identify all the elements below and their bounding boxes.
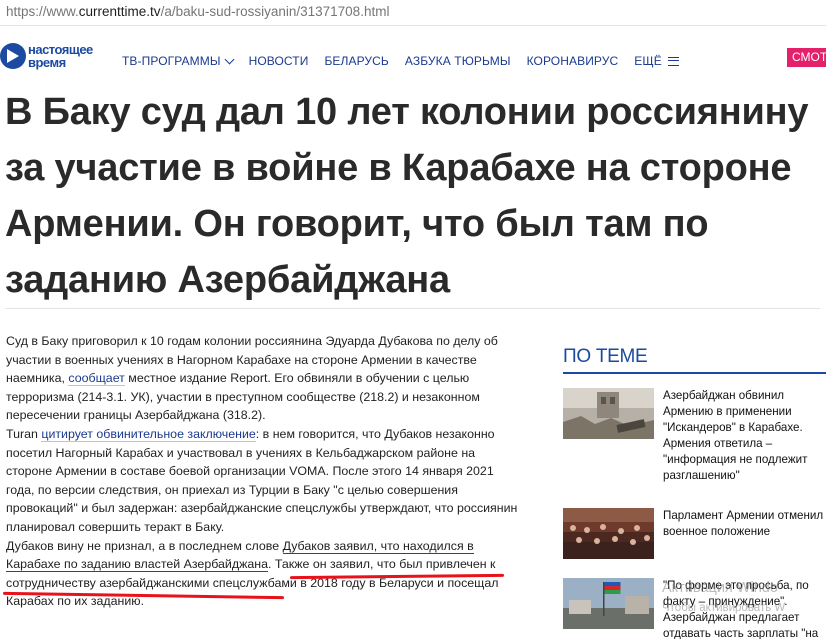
article-headline: В Баку суд дал 10 лет колонии россиянину… <box>5 91 809 301</box>
nav-coronavirus[interactable]: КОРОНАВИРУС <box>527 54 619 68</box>
paragraph-1: Суд в Баку приговорил к 10 годам колонии… <box>6 334 498 423</box>
watch-button[interactable]: СМОТР <box>787 48 826 67</box>
nav-prison-abc[interactable]: АЗБУКА ТЮРЬМЫ <box>405 54 511 68</box>
related-text-1[interactable]: Азербайджан обвинил Армению в применении… <box>663 388 826 484</box>
browser-address-bar[interactable]: https://www.currenttime.tv/a/baku-sud-ro… <box>0 0 826 26</box>
logo-play-icon <box>0 43 26 69</box>
related-thumb-2 <box>563 508 654 559</box>
windows-activation-subtext: Чтобы активировать W <box>662 602 786 614</box>
source-link-report[interactable]: сообщает <box>68 371 125 387</box>
url-text[interactable]: https://www.currenttime.tv/a/baku-sud-ro… <box>6 4 389 19</box>
nav-belarus[interactable]: БЕЛАРУСЬ <box>324 54 388 68</box>
indictment-link[interactable]: цитирует обвинительное заключение <box>41 426 256 442</box>
related-title: ПО ТЕМЕ <box>563 346 826 374</box>
logo-line2: время <box>28 55 66 70</box>
related-sidebar: ПО ТЕМЕ Азербайджан обвинил Армению в пр… <box>563 346 826 639</box>
paragraph-2: Turan цитирует обвинительное заключение:… <box>6 426 518 534</box>
article-body: Суд в Баку приговорил к 10 годам колонии… <box>6 332 521 611</box>
site-header: настоящее время ТВ-ПРОГРАММЫ НОВОСТИ БЕЛ… <box>0 26 826 82</box>
site-logo[interactable]: настоящее время <box>0 41 100 73</box>
main-nav: ТВ-ПРОГРАММЫ НОВОСТИ БЕЛАРУСЬ АЗБУКА ТЮР… <box>122 52 695 70</box>
related-thumb-3 <box>563 578 654 629</box>
menu-icon <box>667 56 679 66</box>
nav-news[interactable]: НОВОСТИ <box>249 54 309 68</box>
related-text-2[interactable]: Парламент Армении отменил военное положе… <box>663 508 826 540</box>
divider <box>5 308 820 309</box>
nav-tv-programs[interactable]: ТВ-ПРОГРАММЫ <box>122 54 235 68</box>
nav-more[interactable]: ЕЩЁ <box>634 54 679 68</box>
chevron-down-icon <box>224 54 235 64</box>
related-thumb-1 <box>563 388 654 439</box>
windows-activation-watermark: Активация Windo <box>662 580 778 596</box>
